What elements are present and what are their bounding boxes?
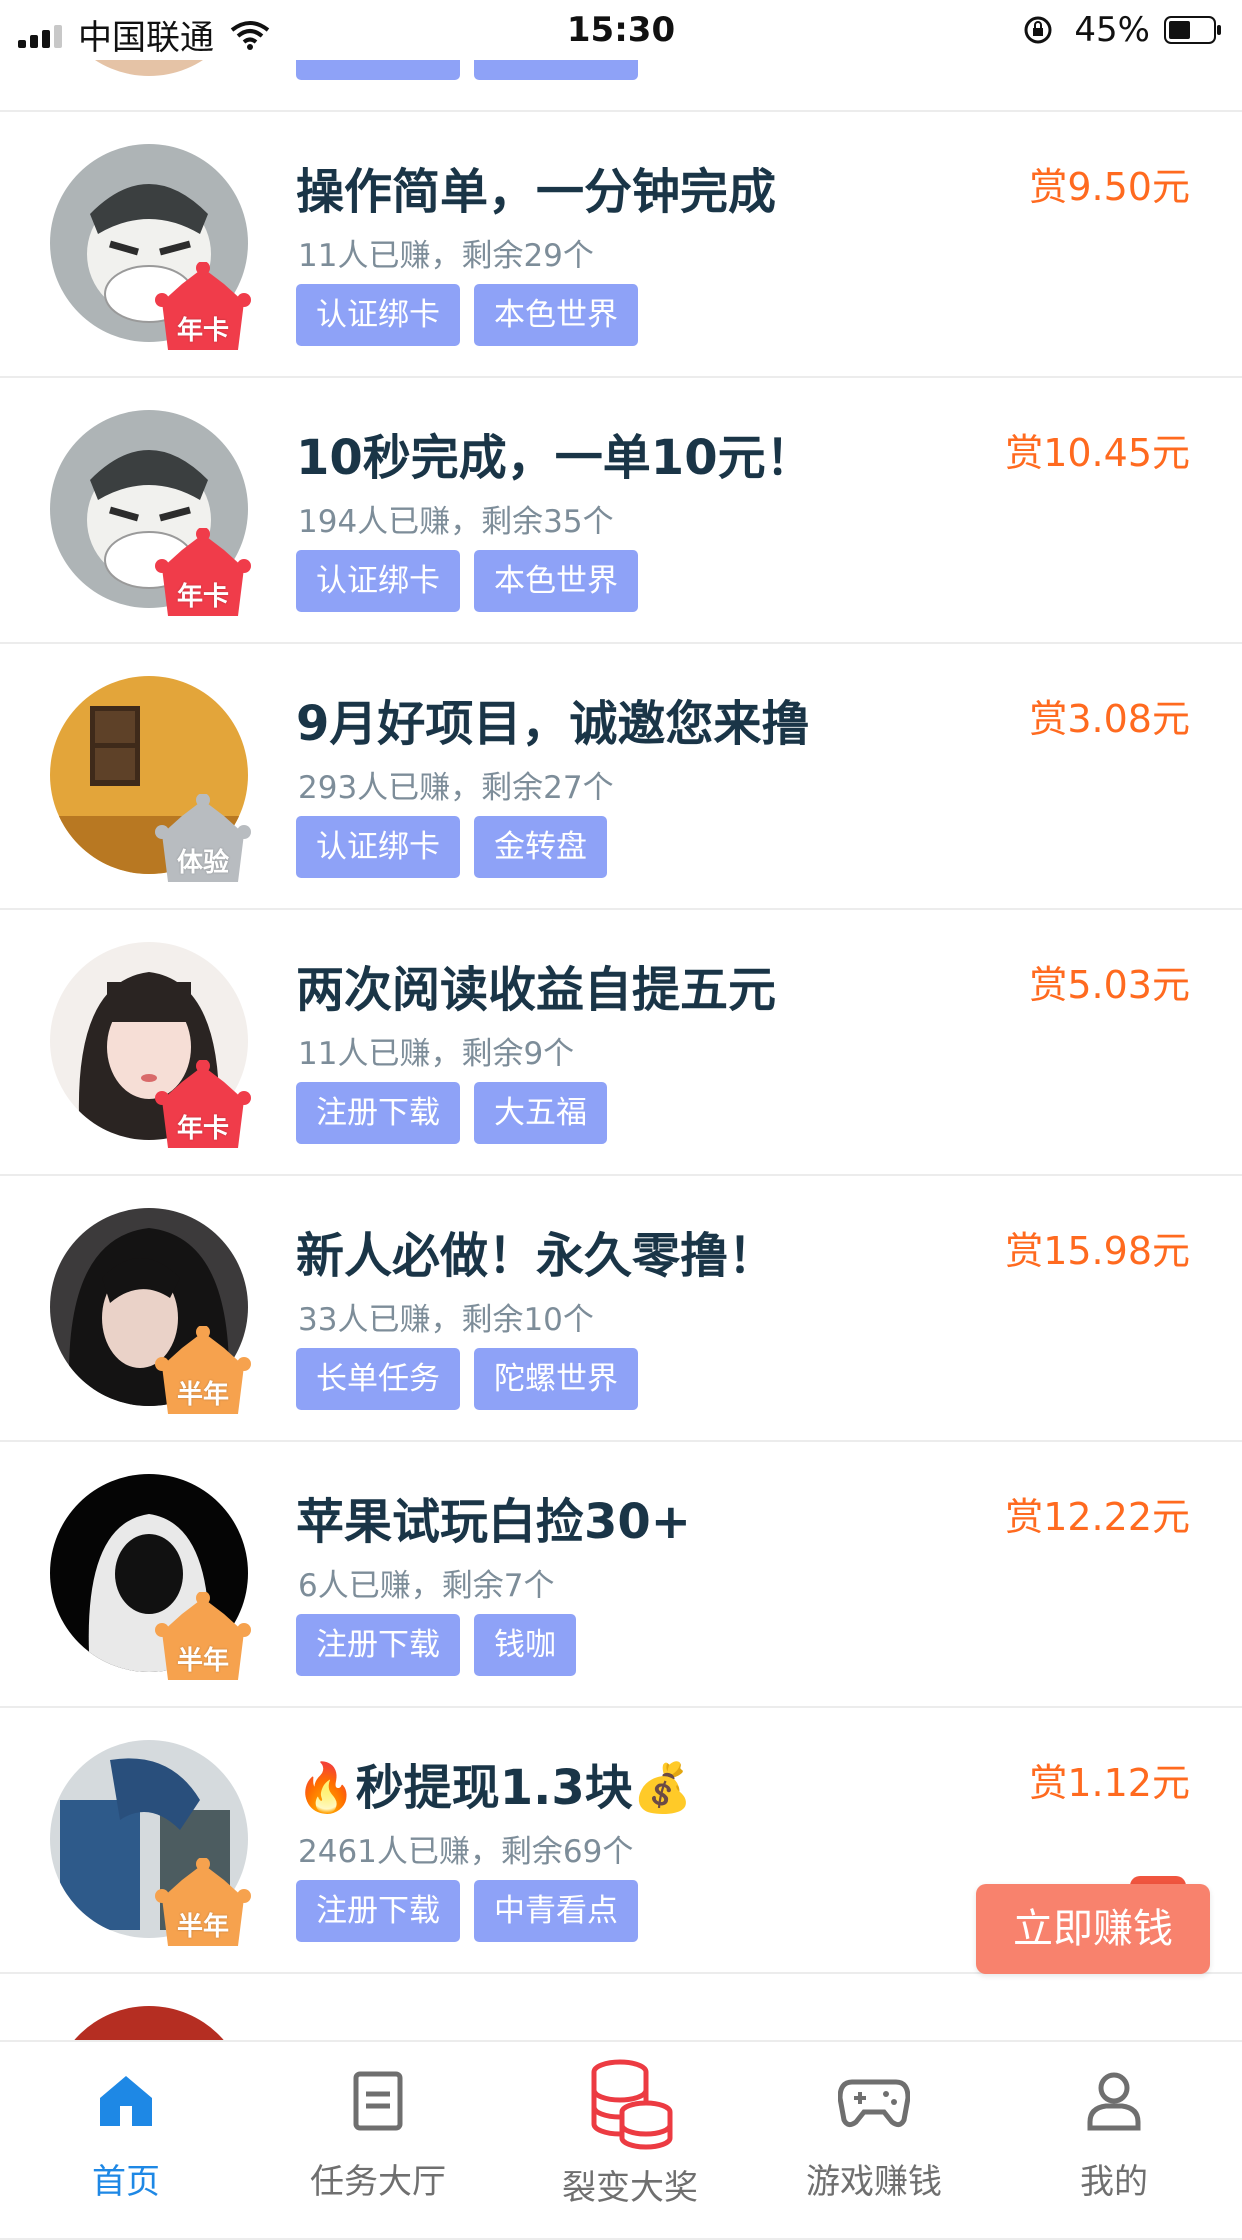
rotation-lock-icon (1024, 16, 1052, 44)
reward-amount: 赏12.22元 (1005, 1495, 1190, 1539)
task-row[interactable]: 半年 新人必做！永久零撸！ 33人已赚，剩余10个 长单任务 陀螺世界 赏15.… (0, 1176, 1242, 1442)
task-title: 两次阅读收益自提五元 (296, 962, 777, 1018)
tag: 金转盘 (474, 816, 607, 878)
tag: 本色世界 (474, 284, 638, 346)
reward-amount: 赏15.98元 (1005, 1229, 1190, 1273)
nav-item-mine[interactable]: 我的 (990, 2042, 1238, 2210)
tag-group: 认证绑卡 本色世界 (296, 284, 652, 346)
crown-badge: 年卡 (154, 262, 252, 358)
crown-badge: 年卡 (154, 528, 252, 624)
tag: 本色世界 (474, 550, 638, 612)
task-stats: 194人已赚，剩余35个 (298, 504, 614, 540)
task-title: 🔥秒提现1.3块💰 (296, 1760, 693, 1816)
home-icon (2, 2068, 250, 2148)
task-stats: 6人已赚，剩余7个 (298, 1568, 555, 1604)
crown-badge: 半年 (154, 1592, 252, 1688)
crown-badge: 半年 (154, 1858, 252, 1954)
tag: 认证绑卡 (296, 816, 460, 878)
task-title: 9月好项目，诚邀您来撸 (296, 696, 810, 752)
tag-group: 注册下载 钱咖 (296, 1614, 590, 1676)
reward-amount: 赏3.08元 (1029, 697, 1190, 741)
nav-item-home[interactable]: 首页 (2, 2042, 250, 2210)
earn-now-button[interactable]: 立即赚钱 (976, 1884, 1210, 1974)
crown-badge: 体验 (154, 794, 252, 890)
user-icon (990, 2068, 1238, 2148)
tag: 陀螺世界 (474, 1348, 638, 1410)
tag: 认证绑卡 (296, 284, 460, 346)
tag-group: 认证绑卡 本色世界 (296, 550, 652, 612)
status-right: 45% (1022, 10, 1222, 50)
tag: 长单任务 (296, 1348, 460, 1410)
tag: 认证绑卡 (296, 550, 460, 612)
task-stats: 11人已赚，剩余9个 (298, 1036, 575, 1072)
battery-icon (1164, 16, 1221, 44)
task-row[interactable]: 年卡 操作简单，一分钟完成 11人已赚，剩余29个 认证绑卡 本色世界 赏9.5… (0, 112, 1242, 378)
reward-amount: 赏5.03元 (1029, 963, 1190, 1007)
task-row[interactable]: 体验 9月好项目，诚邀您来撸 293人已赚，剩余27个 认证绑卡 金转盘 赏3.… (0, 644, 1242, 910)
nav-label: 裂变大奖 (562, 2168, 698, 2208)
tag: 大五福 (474, 1082, 607, 1144)
tag: 中青看点 (474, 1880, 638, 1942)
task-row[interactable]: 年卡 两次阅读收益自提五元 11人已赚，剩余9个 注册下载 大五福 赏5.03元 (0, 910, 1242, 1176)
task-title: 10秒完成，一单10元！ (296, 430, 814, 486)
coin-stack-icon (506, 2054, 754, 2154)
battery-percent: 45% (1074, 10, 1150, 50)
reward-amount: 赏1.12元 (1029, 1761, 1190, 1805)
nav-label: 任务大厅 (310, 2162, 446, 2202)
tag-group: 注册下载 中青看点 (296, 1880, 652, 1942)
task-title: 操作简单，一分钟完成 (296, 164, 777, 220)
tag-group: 认证绑卡 金转盘 (296, 816, 621, 878)
task-stats: 33人已赚，剩余10个 (298, 1302, 594, 1338)
tag: 注册下载 (296, 1880, 460, 1942)
bottom-nav: 首页 任务大厅 裂变大奖 游戏赚钱 我的 (0, 2040, 1242, 2208)
crown-badge: 半年 (154, 1326, 252, 1422)
gamepad-icon (750, 2068, 998, 2148)
nav-label: 我的 (1080, 2162, 1148, 2202)
tag: 钱咖 (474, 1614, 576, 1676)
crown-badge: 年卡 (154, 1060, 252, 1156)
reward-amount: 赏9.50元 (1029, 165, 1190, 209)
tag: 注册下载 (296, 1614, 460, 1676)
task-row[interactable]: 年卡 10秒完成，一单10元！ 194人已赚，剩余35个 认证绑卡 本色世界 赏… (0, 378, 1242, 644)
tag-group: 注册下载 大五福 (296, 1082, 621, 1144)
reward-amount: 赏10.45元 (1005, 431, 1190, 475)
task-stats: 293人已赚，剩余27个 (298, 770, 614, 806)
status-bar: 中国联通 15:30 45% (0, 0, 1242, 60)
nav-label: 首页 (92, 2162, 160, 2202)
nav-item-game-earn[interactable]: 游戏赚钱 (750, 2042, 998, 2210)
nav-item-fission-prize[interactable]: 裂变大奖 (506, 2042, 754, 2210)
document-icon (254, 2068, 502, 2148)
task-title: 苹果试玩白捡30+ (296, 1494, 692, 1550)
task-stats: 2461人已赚，剩余69个 (298, 1834, 634, 1870)
task-title: 新人必做！永久零撸！ (296, 1228, 777, 1284)
task-stats: 11人已赚，剩余29个 (298, 238, 594, 274)
nav-label: 游戏赚钱 (806, 2162, 942, 2202)
nav-item-task-hall[interactable]: 任务大厅 (254, 2042, 502, 2210)
tag: 注册下载 (296, 1082, 460, 1144)
task-row[interactable]: 半年 苹果试玩白捡30+ 6人已赚，剩余7个 注册下载 钱咖 赏12.22元 (0, 1442, 1242, 1708)
tag-group: 长单任务 陀螺世界 (296, 1348, 652, 1410)
